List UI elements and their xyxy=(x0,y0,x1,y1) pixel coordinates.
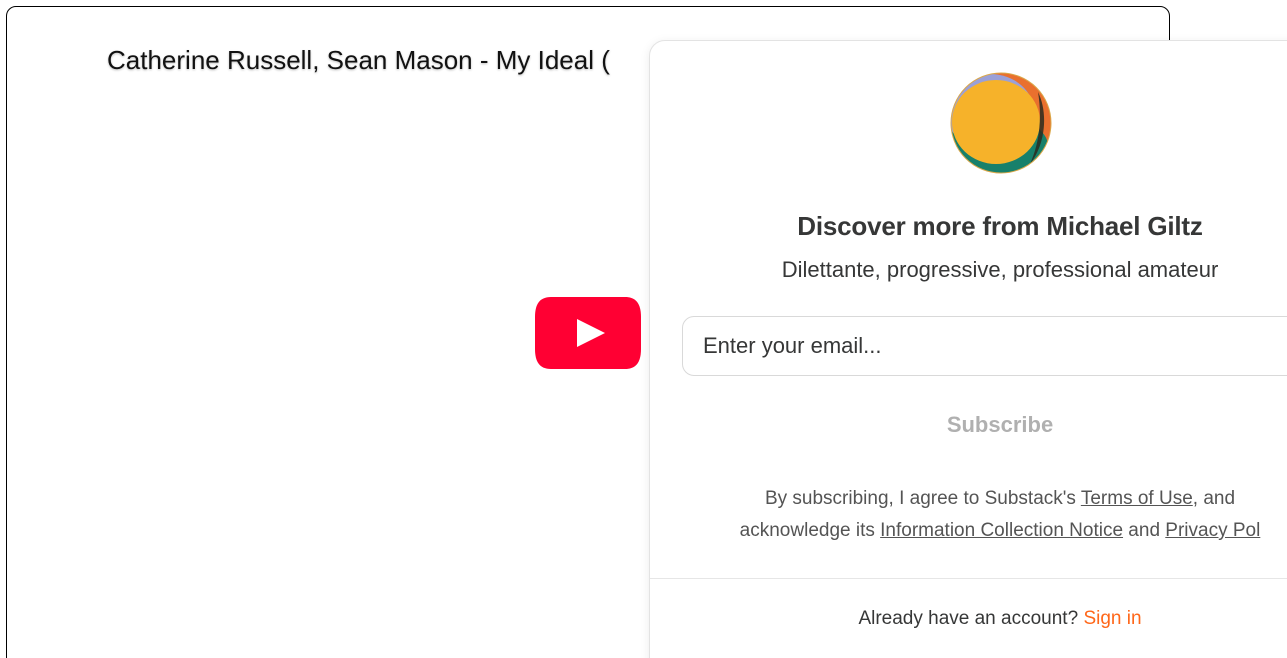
sign-in-link[interactable]: Sign in xyxy=(1083,608,1141,629)
divider xyxy=(650,578,1287,579)
privacy-policy-link[interactable]: Privacy Pol xyxy=(1165,520,1260,541)
legal-line-1: By subscribing, I agree to Substack's Te… xyxy=(650,483,1287,515)
subscribe-button[interactable]: Subscribe xyxy=(682,397,1287,453)
video-title[interactable]: Catherine Russell, Sean Mason - My Ideal… xyxy=(107,45,610,76)
publication-logo xyxy=(950,72,1052,174)
legal-text: acknowledge its xyxy=(739,520,881,541)
page: Catherine Russell, Sean Mason - My Ideal… xyxy=(0,0,1287,658)
subscribe-modal: Discover more from Michael Giltz Diletta… xyxy=(649,40,1287,658)
signin-prompt: Already have an account? xyxy=(858,608,1084,629)
legal-text: , and xyxy=(1192,488,1236,509)
legal-notice: By subscribing, I agree to Substack's Te… xyxy=(650,483,1287,547)
legal-text: and xyxy=(1123,520,1166,541)
information-collection-notice-link[interactable]: Information Collection Notice xyxy=(880,520,1123,541)
youtube-play-button[interactable] xyxy=(533,295,643,371)
terms-of-use-link[interactable]: Terms of Use xyxy=(1081,488,1193,509)
modal-title: Discover more from Michael Giltz xyxy=(797,211,1203,241)
email-input[interactable] xyxy=(682,316,1287,376)
legal-text: By subscribing, I agree to Substack's xyxy=(764,488,1081,509)
youtube-play-icon xyxy=(535,297,641,369)
legal-line-2: acknowledge its Information Collection N… xyxy=(650,515,1287,547)
publication-tagline: Dilettante, progressive, professional am… xyxy=(781,257,1219,282)
signin-row: Already have an account? Sign in xyxy=(650,608,1287,630)
